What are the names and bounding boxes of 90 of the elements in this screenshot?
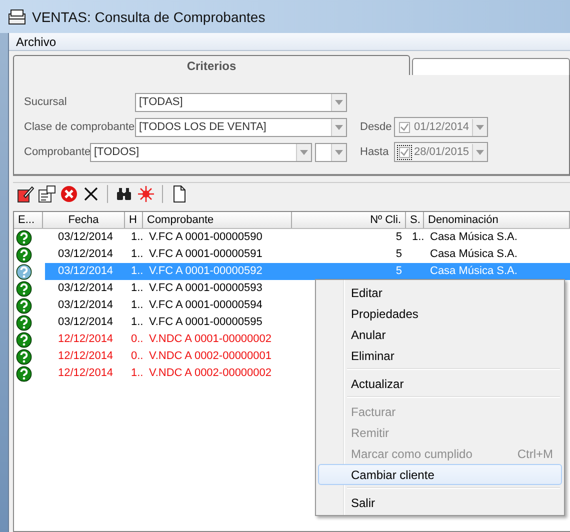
window-title: VENTAS: Consulta de Comprobantes bbox=[32, 8, 266, 24]
starburst-icon[interactable] bbox=[137, 185, 155, 203]
dropdown[interactable]: [TODOS] bbox=[90, 142, 312, 162]
client-number-cell: 5 bbox=[396, 265, 402, 277]
context-menu-item[interactable]: Anular bbox=[318, 324, 562, 345]
dropdown-arrow-icon bbox=[476, 150, 484, 154]
properties-icon[interactable] bbox=[38, 185, 56, 203]
status-question-icon bbox=[16, 246, 32, 262]
context-menu-item[interactable]: Actualizar bbox=[318, 373, 562, 394]
table-cell-text: 0.. bbox=[130, 332, 144, 347]
context-menu-item[interactable]: Editar bbox=[318, 282, 562, 303]
column-header[interactable]: H bbox=[125, 212, 143, 228]
table-cell-text: 1.. bbox=[130, 366, 144, 381]
table-cell-text: 0.. bbox=[130, 349, 144, 364]
dropdown-arrow-icon bbox=[335, 150, 343, 154]
table-row[interactable]: 03/12/2014 1.. V.FC A 0001-00000590 5 1.. Casa Música S.A. bbox=[45, 229, 570, 246]
document-cell-text: V.FC A 0001-00000591 bbox=[148, 247, 264, 262]
status-question-icon bbox=[16, 298, 32, 314]
field-label: Sucursal bbox=[24, 96, 68, 108]
cancel-icon[interactable] bbox=[60, 185, 78, 203]
tab[interactable] bbox=[412, 58, 570, 75]
dropdown[interactable]: [TODOS LOS DE VENTA] bbox=[135, 118, 347, 136]
dropdown[interactable] bbox=[315, 142, 347, 162]
date-cell-text: 03/12/2014 bbox=[57, 298, 114, 313]
client-name-cell: Casa Música S.A. bbox=[430, 265, 518, 277]
client-number-cell: 5 bbox=[396, 231, 402, 243]
document-cell-text: V.FC A 0001-00000590 bbox=[148, 230, 264, 245]
document-cell-text: V.NDC A 0001-00000002 bbox=[148, 332, 273, 347]
table-cell-text: 1.. bbox=[130, 264, 144, 279]
document-cell-text: V.NDC A 0002-00000001 bbox=[148, 349, 273, 364]
document-cell-text: V.FC A 0001-00000594 bbox=[148, 298, 264, 313]
date-picker[interactable]: 01/12/2014 bbox=[394, 117, 488, 137]
date-cell-text: 12/12/2014 bbox=[57, 349, 114, 364]
client-name-cell: Casa Música S.A. bbox=[430, 248, 518, 260]
dropdown-arrow-icon bbox=[335, 100, 343, 104]
client-name-cell: Casa Música S.A. bbox=[430, 231, 518, 243]
date-picker[interactable]: 28/01/2015 bbox=[394, 142, 488, 162]
status-question-icon bbox=[16, 348, 32, 364]
status-question-icon bbox=[16, 264, 32, 280]
table-cell-text: 1.. bbox=[130, 230, 144, 245]
context-menu-item[interactable]: Cambiar cliente bbox=[318, 464, 562, 485]
tab[interactable]: Criterios bbox=[13, 55, 410, 75]
document-cell-text: V.NDC A 0002-00000002 bbox=[148, 366, 273, 381]
date-cell-text: 12/12/2014 bbox=[57, 366, 114, 381]
table-cell: 1.. bbox=[412, 231, 424, 243]
date-cell-text: 03/12/2014 bbox=[57, 281, 114, 296]
date-cell-text: 03/12/2014 bbox=[57, 315, 114, 330]
column-header[interactable]: Comprobante bbox=[143, 212, 292, 228]
table-cell-text: 1.. bbox=[130, 315, 144, 330]
column-header[interactable]: Nº Cli. bbox=[292, 212, 406, 228]
date-cell-text: 12/12/2014 bbox=[57, 332, 114, 347]
status-question-icon bbox=[16, 314, 32, 330]
context-menu-item[interactable]: Salir bbox=[318, 492, 562, 513]
checkbox[interactable] bbox=[399, 146, 410, 158]
field-label: Hasta bbox=[360, 146, 390, 158]
dropdown-arrow-icon bbox=[300, 150, 308, 154]
date-cell-text: 03/12/2014 bbox=[57, 247, 114, 262]
column-header[interactable]: E... bbox=[14, 212, 43, 228]
delete-icon[interactable] bbox=[82, 185, 100, 203]
status-question-icon bbox=[16, 332, 32, 348]
document-cell-text: V.FC A 0001-00000592 bbox=[148, 264, 264, 279]
dropdown[interactable]: [TODAS] bbox=[135, 92, 347, 112]
table-cell-text: 1.. bbox=[130, 281, 144, 296]
checkbox[interactable] bbox=[399, 122, 410, 132]
context-menu-item[interactable]: Eliminar bbox=[318, 345, 562, 366]
window-app-icon bbox=[8, 8, 26, 24]
column-header[interactable]: Fecha bbox=[43, 212, 125, 228]
status-question-icon bbox=[16, 280, 32, 296]
field-label: Comprobante bbox=[24, 146, 90, 158]
date-cell-text: 03/12/2014 bbox=[57, 264, 114, 279]
client-number-cell: 5 bbox=[396, 248, 402, 260]
field-label: Clase de comprobante bbox=[24, 121, 135, 133]
column-header[interactable]: S. bbox=[406, 212, 424, 228]
menu-item[interactable]: Archivo bbox=[16, 34, 56, 48]
table-cell-text: 1.. bbox=[130, 298, 144, 313]
edit-document-icon[interactable] bbox=[16, 185, 34, 203]
context-menu-item[interactable]: Propiedades bbox=[318, 303, 562, 324]
binoculars-icon[interactable] bbox=[115, 185, 133, 203]
dropdown-arrow-icon bbox=[476, 124, 484, 130]
focus-ring bbox=[397, 144, 412, 160]
status-question-icon bbox=[16, 366, 32, 382]
document-cell-text: V.FC A 0001-00000595 bbox=[148, 315, 264, 330]
field-label: Desde bbox=[360, 121, 393, 133]
dropdown-arrow-icon bbox=[335, 124, 343, 130]
status-question-icon bbox=[16, 230, 32, 246]
table-row[interactable]: 03/12/2014 1.. V.FC A 0001-00000591 5 Casa Música S.A. bbox=[45, 246, 570, 263]
date-cell-text: 03/12/2014 bbox=[57, 230, 114, 245]
column-header[interactable]: Denominación bbox=[424, 212, 570, 228]
document-cell-text: V.FC A 0001-00000593 bbox=[148, 281, 264, 296]
table-cell-text: 1.. bbox=[130, 247, 144, 262]
